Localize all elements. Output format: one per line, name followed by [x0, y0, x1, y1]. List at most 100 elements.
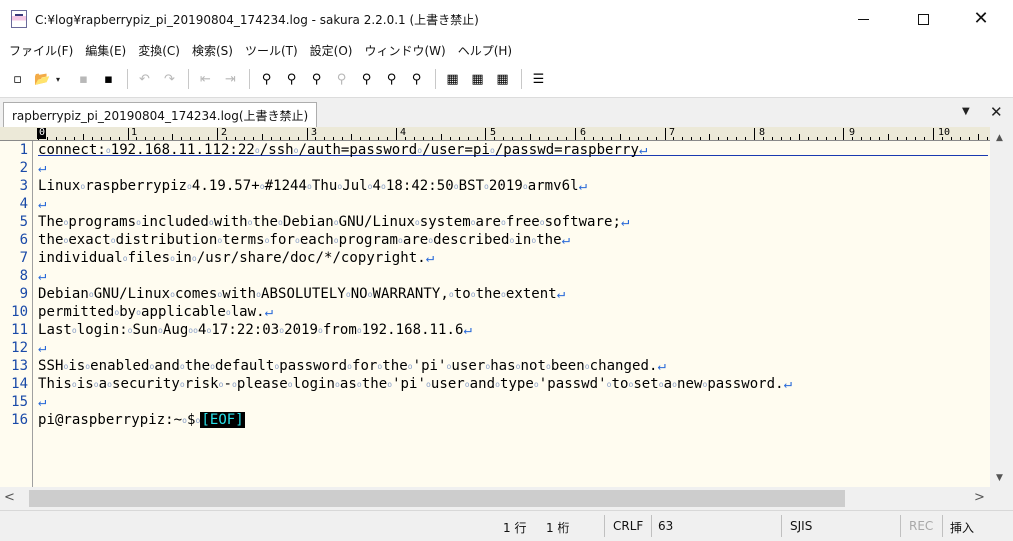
space-marker: o: [247, 218, 253, 227]
editor-line: ↵: [38, 339, 46, 357]
line-number: 10: [11, 304, 28, 320]
space-marker: o: [485, 362, 491, 371]
space-marker: o: [149, 362, 155, 371]
move-back-icon[interactable]: ⇤: [194, 68, 217, 90]
menu-file[interactable]: ファイル(F): [3, 42, 79, 59]
scroll-right-icon[interactable]: >: [974, 490, 985, 505]
status-insert-mode[interactable]: 挿入: [950, 519, 974, 536]
space-marker: o: [307, 182, 312, 191]
scroll-down-icon[interactable]: ▼: [996, 473, 1003, 483]
newline-marker: ↵: [38, 160, 47, 176]
line-number: 12: [11, 340, 28, 356]
menu-help[interactable]: ヘルプ(H): [452, 42, 518, 59]
horizontal-scrollbar[interactable]: < >: [0, 487, 990, 510]
space-marker: o: [279, 326, 285, 335]
space-marker: o: [225, 308, 231, 317]
tab-list-dropdown-icon[interactable]: ▼: [962, 106, 970, 117]
space-marker: o: [122, 254, 128, 263]
space-marker: o: [333, 218, 339, 227]
close-window-button[interactable]: ✕: [958, 0, 1004, 38]
sakura-app-icon[interactable]: [11, 10, 27, 28]
editor-line: Linuxoraspberrypizo4.19.57+o#1244oThuoJu…: [38, 178, 588, 194]
tab-close-icon[interactable]: ✕: [990, 103, 1003, 121]
newline-marker: ↵: [556, 286, 566, 302]
space-marker: o: [672, 380, 677, 389]
font-icon[interactable]: ▦: [491, 68, 514, 90]
status-separator: [651, 515, 652, 537]
line-number: 2: [19, 160, 28, 176]
ruler-label: 2: [221, 127, 228, 138]
space-marker: o: [114, 308, 120, 317]
scroll-left-icon[interactable]: <: [4, 490, 15, 505]
space-marker: o: [335, 380, 340, 389]
close-icon: ✕: [973, 8, 989, 29]
open-dropdown-icon[interactable]: ▾: [56, 75, 66, 84]
space-marker: o: [448, 290, 454, 299]
space-marker: o: [259, 182, 265, 191]
open-folder-icon[interactable]: 📂: [31, 68, 54, 90]
replace-icon[interactable]: ⚲: [330, 68, 353, 90]
grep-icon[interactable]: ⚲: [355, 68, 378, 90]
scroll-up-icon[interactable]: ▲: [996, 133, 1003, 143]
menu-convert[interactable]: 変換(C): [132, 42, 186, 59]
space-marker: o: [136, 218, 142, 227]
vertical-scrollbar[interactable]: ▲ ▼: [990, 127, 1013, 487]
space-marker: o: [157, 326, 163, 335]
maximize-button[interactable]: [900, 0, 946, 38]
compare-icon[interactable]: ▦: [441, 68, 464, 90]
search-next-icon[interactable]: ⚲: [280, 68, 303, 90]
line-number: 5: [19, 214, 28, 230]
newline-marker: ↵: [620, 214, 630, 230]
toolbar-separator: [435, 69, 436, 89]
window-title: C:¥log¥rapberrypiz_pi_20190804_174234.lo…: [35, 12, 479, 27]
menu-window[interactable]: ウィンドウ(W): [358, 42, 451, 59]
space-marker: o: [179, 362, 185, 371]
space-marker: o: [217, 290, 223, 299]
text-area[interactable]: connect:o192.168.11.112:22o/ssho/auth=pa…: [38, 141, 988, 487]
line-number: 4: [19, 196, 28, 212]
space-marker: o: [531, 236, 537, 245]
save-icon[interactable]: ▪: [72, 68, 95, 90]
menu-search[interactable]: 検索(S): [186, 42, 239, 59]
tab-bar: rapberrypiz_pi_20190804_174234.log(上書き禁止…: [0, 97, 1013, 127]
new-file-icon[interactable]: ▫: [6, 68, 29, 90]
undo-icon[interactable]: ↶: [133, 68, 156, 90]
horizontal-scroll-thumb[interactable]: [29, 490, 845, 507]
space-marker: o: [381, 182, 386, 191]
space-marker: o: [545, 362, 551, 371]
ruler-label: 3: [311, 127, 318, 138]
tab-log-file[interactable]: rapberrypiz_pi_20190804_174234.log(上書き禁止…: [3, 102, 318, 127]
bookmark-icon[interactable]: ⚲: [380, 68, 403, 90]
status-line: 1 行: [503, 521, 527, 535]
newline-marker: ↵: [425, 250, 435, 266]
editor-line: ↵: [38, 267, 46, 285]
move-forward-icon[interactable]: ⇥: [219, 68, 242, 90]
outline-icon[interactable]: ⚲: [405, 68, 428, 90]
space-marker: o: [470, 290, 476, 299]
minimize-button[interactable]: [840, 0, 886, 38]
space-marker: o: [318, 326, 323, 335]
text-editor[interactable]: 1 2 3 4 5 6 7 8 9 10 11 12 13 14 15 16 connect:o192.168…: [0, 141, 990, 487]
newline-marker: ↵: [783, 376, 793, 392]
search-prev-icon[interactable]: ⚲: [305, 68, 328, 90]
search-icon[interactable]: ⚲: [255, 68, 278, 90]
toolbar-separator: [521, 69, 522, 89]
ruler-label: 10: [938, 127, 951, 138]
menu-edit[interactable]: 編集(E): [79, 42, 132, 59]
space-marker: o: [414, 218, 420, 227]
settings-icon[interactable]: ▦: [466, 68, 489, 90]
space-marker: o: [294, 236, 300, 245]
line-number: 8: [19, 268, 28, 284]
status-encoding[interactable]: SJIS: [790, 519, 812, 533]
save-all-icon[interactable]: ▪: [97, 68, 120, 90]
redo-icon[interactable]: ↷: [158, 68, 181, 90]
space-marker: o: [293, 146, 299, 155]
window-list-icon[interactable]: ☰: [527, 68, 550, 90]
status-newline[interactable]: CRLF: [613, 519, 643, 533]
space-marker: o: [179, 380, 185, 389]
editor-line: ↵: [38, 393, 46, 411]
newline-marker: ↵: [638, 142, 648, 158]
menu-settings[interactable]: 設定(O): [304, 42, 359, 59]
space-marker: o: [63, 236, 69, 245]
menu-tools[interactable]: ツール(T): [239, 42, 304, 59]
